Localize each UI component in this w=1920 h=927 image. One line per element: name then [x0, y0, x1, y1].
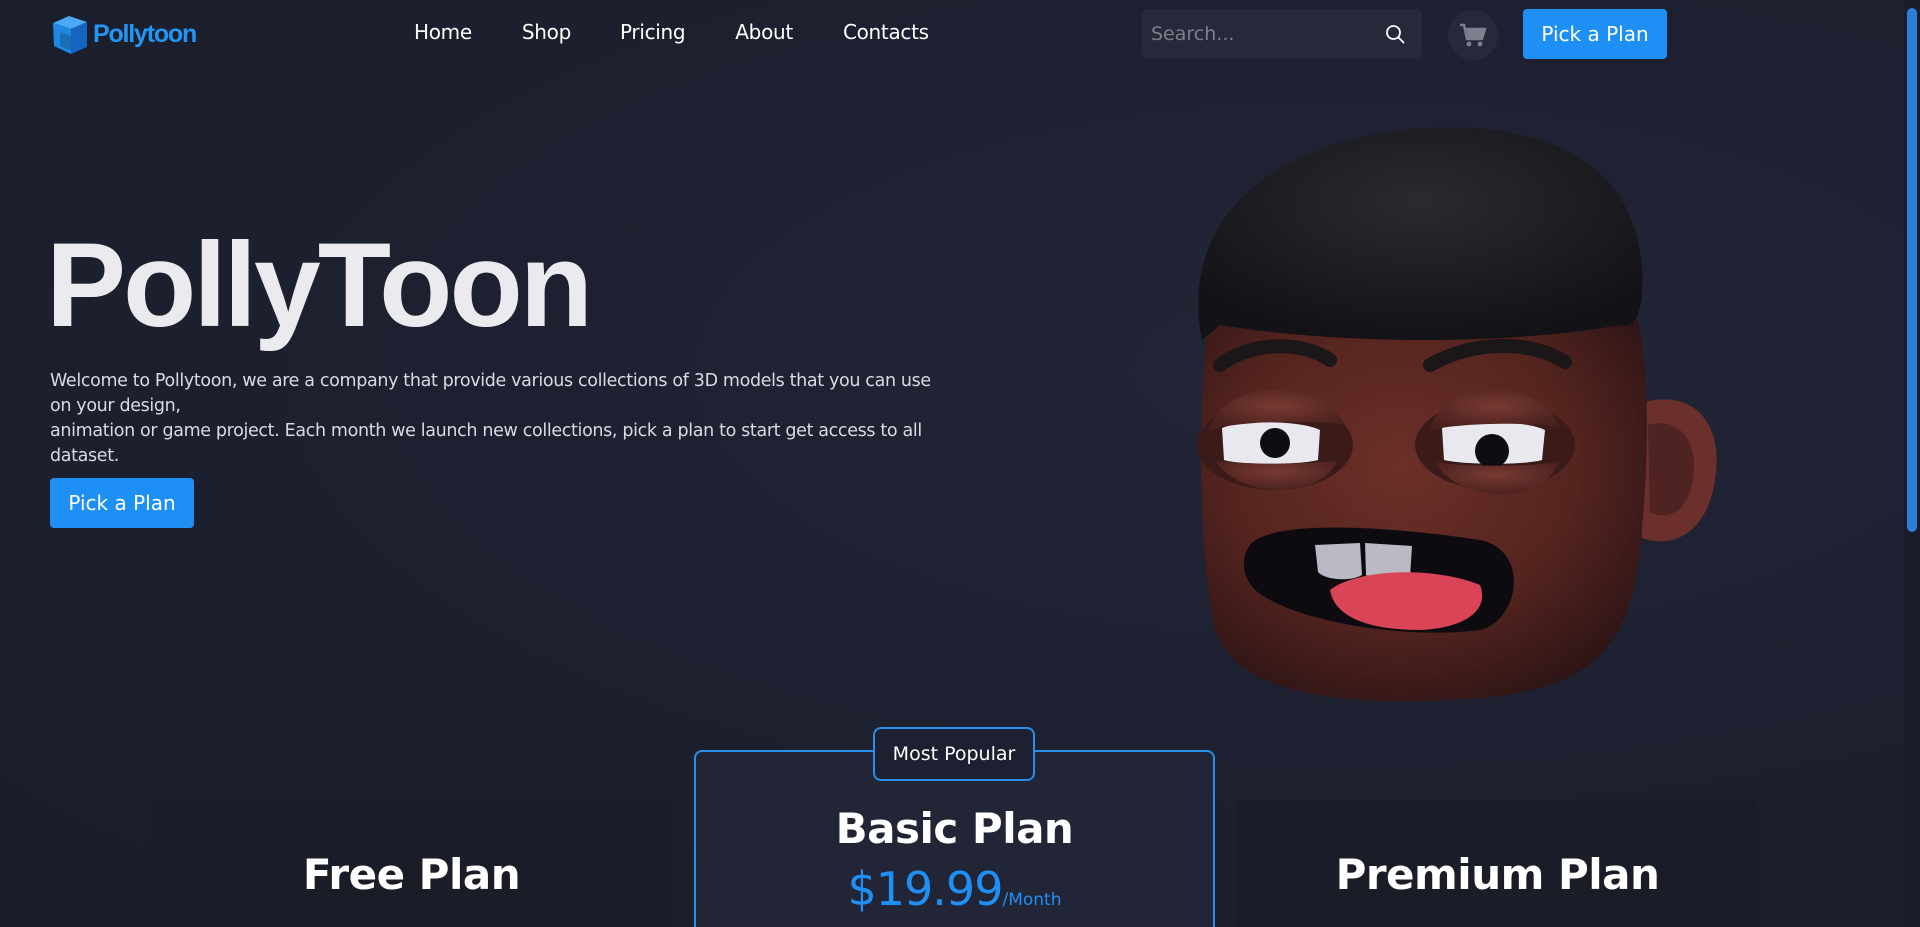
page-scrollbar[interactable] — [1904, 0, 1920, 927]
plan-name: Free Plan — [302, 850, 521, 899]
cartoon-character-illustration — [1197, 127, 1717, 702]
site-header: Pollytoon Home Shop Pricing About Contac… — [0, 0, 1904, 70]
nav-item-pricing[interactable]: Pricing — [620, 20, 686, 44]
hero-description-line-1: Welcome to Pollytoon, we are a company t… — [50, 371, 931, 416]
pricing-card-premium: Premium Plan — [1236, 800, 1759, 927]
cart-icon — [1460, 23, 1487, 47]
cube-logo-icon — [53, 16, 87, 54]
nav-item-about[interactable]: About — [735, 20, 793, 44]
hero-pick-plan-button[interactable]: Pick a Plan — [50, 478, 194, 528]
plan-price: $19.99/Month — [696, 862, 1213, 916]
hero-description: Welcome to Pollytoon, we are a company t… — [50, 369, 950, 469]
nav-item-contacts[interactable]: Contacts — [843, 20, 929, 44]
plan-name: Premium Plan — [1335, 850, 1660, 899]
price-unit: /Month — [1002, 890, 1062, 910]
price-amount: $19.99 — [847, 862, 1004, 916]
search-box — [1142, 9, 1422, 59]
hero-description-line-2: animation or game project. Each month we… — [50, 421, 922, 466]
search-icon[interactable] — [1385, 24, 1405, 44]
plan-name: Basic Plan — [835, 804, 1074, 853]
hero-title: PollyToon — [46, 218, 593, 352]
header-pick-plan-button[interactable]: Pick a Plan — [1523, 9, 1667, 59]
pricing-card-free: Free Plan — [150, 800, 673, 927]
search-input[interactable] — [1151, 23, 1381, 45]
scrollbar-thumb[interactable] — [1907, 8, 1917, 532]
most-popular-badge: Most Popular — [873, 727, 1035, 781]
brand-name: Pollytoon — [93, 19, 197, 48]
logo[interactable]: Pollytoon — [49, 13, 197, 55]
nav-item-shop[interactable]: Shop — [522, 20, 571, 44]
main-nav: Home Shop Pricing About Contacts — [414, 20, 979, 44]
cart-button[interactable] — [1448, 10, 1498, 60]
nav-item-home[interactable]: Home — [414, 20, 472, 44]
